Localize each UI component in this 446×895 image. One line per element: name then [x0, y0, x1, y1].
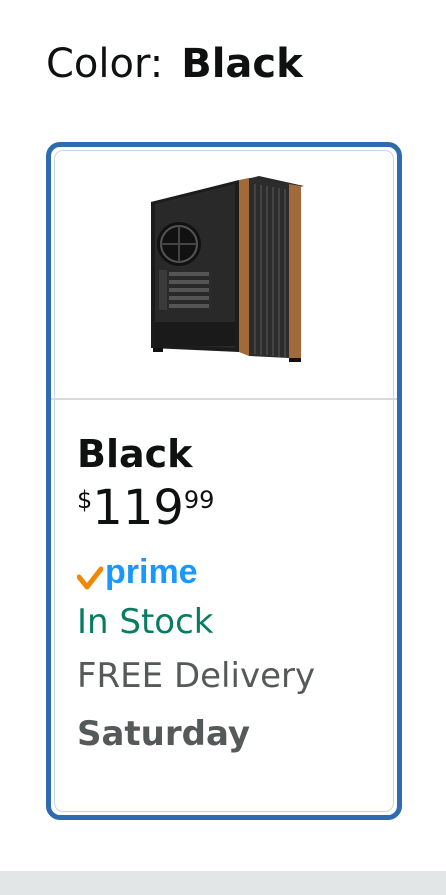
stock-status: In Stock	[77, 602, 214, 642]
price-whole: 119	[92, 480, 184, 536]
bottom-divider-bar	[0, 871, 446, 895]
delivery-label: FREE Delivery	[77, 656, 316, 696]
selected-color-value: Black	[181, 41, 303, 87]
pc-case-image	[151, 176, 304, 362]
price-fraction: 99	[183, 486, 215, 514]
price-currency-symbol: $	[77, 486, 93, 514]
swatch-divider	[51, 398, 397, 400]
delivery-day: Saturday	[77, 714, 251, 754]
swatch-details: Black $11999 prime In Stock FREE Deliver…	[77, 430, 385, 756]
variant-price: $11999	[77, 484, 385, 540]
color-selector-heading: Color: Black	[46, 40, 303, 88]
color-label: Color:	[46, 41, 164, 87]
variant-name: Black	[77, 432, 193, 476]
color-swatch-black[interactable]: Black $11999 prime In Stock FREE Deliver…	[46, 142, 402, 820]
product-image	[51, 147, 397, 397]
prime-badge: prime	[77, 552, 385, 592]
prime-check-icon	[77, 566, 103, 590]
prime-logo-text: prime	[105, 553, 198, 591]
